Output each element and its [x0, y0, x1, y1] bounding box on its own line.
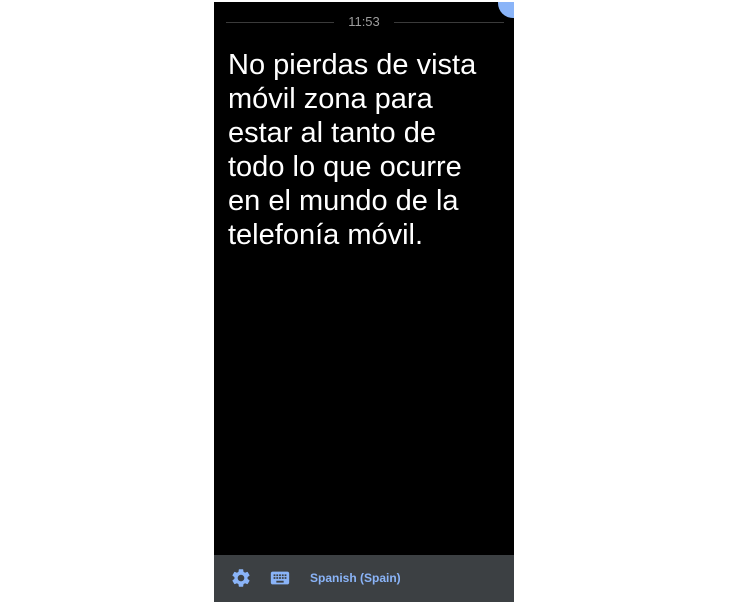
- time-divider-line-right: [394, 22, 504, 23]
- transcript-text: No pierdas de vista móvil zona para esta…: [228, 49, 477, 251]
- gear-icon[interactable]: [230, 567, 252, 589]
- time-divider: 11:53: [214, 2, 514, 42]
- timestamp: 11:53: [348, 14, 380, 29]
- keyboard-icon[interactable]: [269, 567, 291, 589]
- bottom-toolbar: Spanish (Spain): [214, 555, 514, 602]
- language-selector[interactable]: Spanish (Spain): [310, 570, 401, 586]
- time-divider-line-left: [226, 22, 334, 23]
- screenshot-stage: 11:53 No pierdas de vista móvil zona par…: [0, 0, 729, 606]
- live-transcribe-screen: 11:53 No pierdas de vista móvil zona par…: [214, 2, 514, 602]
